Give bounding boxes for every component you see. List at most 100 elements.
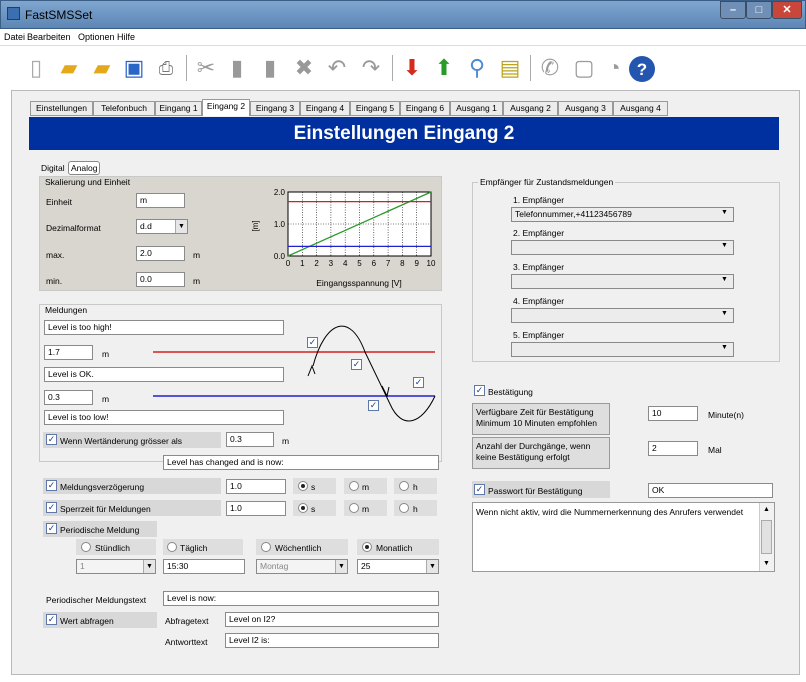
- durchgaenge-input[interactable]: 2: [648, 441, 698, 456]
- dial-icon[interactable]: ◔: [600, 53, 628, 83]
- passwort-input[interactable]: OK: [648, 483, 773, 498]
- sperr-minutes-radio[interactable]: [349, 503, 359, 513]
- antwort-input[interactable]: Level I2 is:: [225, 633, 439, 648]
- scroll-down-icon[interactable]: ▼: [763, 560, 770, 567]
- paste-icon[interactable]: ▮: [256, 53, 284, 83]
- chevron-down-icon[interactable]: ▼: [721, 242, 728, 249]
- close-button[interactable]: ✕: [772, 1, 802, 19]
- empfaenger-1-select[interactable]: Telefonnummer,+41123456789: [511, 207, 734, 222]
- chevron-down-icon[interactable]: ▼: [721, 276, 728, 283]
- redo-icon[interactable]: ↷: [357, 53, 385, 83]
- chevron-down-icon[interactable]: ▼: [721, 209, 728, 216]
- einheit-input[interactable]: m: [136, 193, 185, 208]
- high-threshold-input[interactable]: 1.7: [44, 345, 93, 360]
- delete-icon[interactable]: ✖: [290, 53, 318, 83]
- help-icon[interactable]: ?: [629, 56, 655, 82]
- tab-telefonbuch[interactable]: Telefonbuch: [93, 101, 155, 116]
- low-reset-checkbox[interactable]: ✓: [413, 377, 424, 388]
- chevron-down-icon[interactable]: ▼: [721, 344, 728, 351]
- high-reset-checkbox[interactable]: ✓: [351, 359, 362, 370]
- periodic-text-input[interactable]: Level is now:: [163, 591, 439, 606]
- menu-datei[interactable]: Datei: [4, 32, 25, 42]
- copy-icon[interactable]: ▮: [223, 53, 251, 83]
- scroll-up-icon[interactable]: ▲: [763, 506, 770, 513]
- durchgaenge-label: Anzahl der Durchgänge, wenn keine Bestät…: [476, 441, 591, 462]
- bestaetigung-checkbox[interactable]: ✓: [474, 385, 485, 396]
- low-enable-checkbox[interactable]: ✓: [368, 400, 379, 411]
- upload-arrow-icon[interactable]: ⬆: [430, 53, 458, 83]
- tab-eingang-6[interactable]: Eingang 6: [400, 101, 450, 116]
- max-input[interactable]: 2.0: [136, 246, 185, 261]
- sperr-hours-radio[interactable]: [399, 503, 409, 513]
- hourly-radio[interactable]: [81, 542, 91, 552]
- delay-seconds-radio[interactable]: [298, 481, 308, 491]
- sperr-checkbox[interactable]: ✓: [46, 502, 57, 513]
- menu-optionen[interactable]: Optionen: [78, 32, 115, 42]
- tab-einstellungen[interactable]: Einstellungen: [30, 101, 93, 116]
- new-file-icon[interactable]: ▯: [22, 53, 50, 83]
- chevron-down-icon[interactable]: ▼: [175, 220, 187, 233]
- undo-icon[interactable]: ↶: [323, 53, 351, 83]
- tab-ausgang-2[interactable]: Ausgang 2: [503, 101, 558, 116]
- passwort-checkbox[interactable]: ✓: [474, 484, 485, 495]
- delay-hours-radio[interactable]: [399, 481, 409, 491]
- change-message-input[interactable]: Level has changed and is now:: [163, 455, 439, 470]
- analog-toggle[interactable]: Analog: [68, 161, 101, 175]
- digital-toggle[interactable]: Digital: [41, 163, 65, 173]
- weekly-radio[interactable]: [261, 542, 271, 552]
- modem-icon[interactable]: ▤: [496, 53, 524, 83]
- daily-radio[interactable]: [167, 542, 177, 552]
- min-input[interactable]: 0.0: [136, 272, 185, 287]
- high-enable-checkbox[interactable]: ✓: [307, 337, 318, 348]
- change-checkbox[interactable]: ✓: [46, 434, 57, 445]
- tab-eingang-4[interactable]: Eingang 4: [300, 101, 350, 116]
- search-icon[interactable]: ⚲: [463, 53, 491, 83]
- change-value-input[interactable]: 0.3: [226, 432, 274, 447]
- chevron-down-icon[interactable]: ▼: [143, 560, 155, 573]
- chart-x-tick: 10: [427, 259, 436, 268]
- periodic-checkbox[interactable]: ✓: [46, 523, 57, 534]
- zeit-input[interactable]: 10: [648, 406, 698, 421]
- abfrage-input[interactable]: Level on I2?: [225, 612, 439, 627]
- open-recent-icon[interactable]: ▰: [88, 53, 116, 83]
- weekly-label: Wöchentlich: [275, 543, 322, 553]
- maximize-button[interactable]: □: [746, 1, 772, 19]
- tab-ausgang-1[interactable]: Ausgang 1: [450, 101, 503, 116]
- tab-eingang-5[interactable]: Eingang 5: [350, 101, 400, 116]
- delay-checkbox[interactable]: ✓: [46, 480, 57, 491]
- empfaenger-5-select[interactable]: [511, 342, 734, 357]
- scroll-thumb[interactable]: [761, 520, 772, 554]
- sperr-seconds-radio[interactable]: [298, 503, 308, 513]
- menu-hilfe[interactable]: Hilfe: [117, 32, 135, 42]
- empfaenger-4-select[interactable]: [511, 308, 734, 323]
- query-checkbox[interactable]: ✓: [46, 614, 57, 625]
- print-icon[interactable]: ⎙: [152, 53, 180, 83]
- open-folder-icon[interactable]: ▰: [55, 53, 83, 83]
- cut-icon[interactable]: ✂: [192, 53, 220, 83]
- chevron-down-icon[interactable]: ▼: [426, 560, 438, 573]
- empfaenger-3-select[interactable]: [511, 274, 734, 289]
- tab-ausgang-3[interactable]: Ausgang 3: [558, 101, 613, 116]
- chevron-down-icon[interactable]: ▼: [721, 310, 728, 317]
- minimize-button[interactable]: –: [720, 1, 746, 19]
- delay-input[interactable]: 1.0: [226, 479, 286, 494]
- tab-ausgang-4[interactable]: Ausgang 4: [613, 101, 668, 116]
- sperr-input[interactable]: 1.0: [226, 501, 286, 516]
- tab-eingang-1[interactable]: Eingang 1: [155, 101, 202, 116]
- monthly-radio[interactable]: [362, 542, 372, 552]
- chevron-down-icon[interactable]: ▼: [335, 560, 347, 573]
- max-label: max.: [46, 250, 65, 260]
- chart-y-tick: 2.0: [274, 188, 286, 197]
- save-icon[interactable]: ▣: [120, 53, 148, 83]
- tab-eingang-2[interactable]: Eingang 2: [202, 99, 250, 116]
- sms-icon[interactable]: ▢: [570, 53, 598, 83]
- download-arrow-icon[interactable]: ⬇: [398, 53, 426, 83]
- time-input[interactable]: 15:30: [163, 559, 245, 574]
- menu-bearbeiten[interactable]: Bearbeiten: [27, 32, 71, 42]
- phone-icon[interactable]: ✆: [536, 53, 564, 83]
- tab-eingang-3[interactable]: Eingang 3: [250, 101, 300, 116]
- empfaenger-2-select[interactable]: [511, 240, 734, 255]
- weekday-value: Montag: [260, 561, 289, 571]
- low-threshold-input[interactable]: 0.3: [44, 390, 93, 405]
- delay-minutes-radio[interactable]: [349, 481, 359, 491]
